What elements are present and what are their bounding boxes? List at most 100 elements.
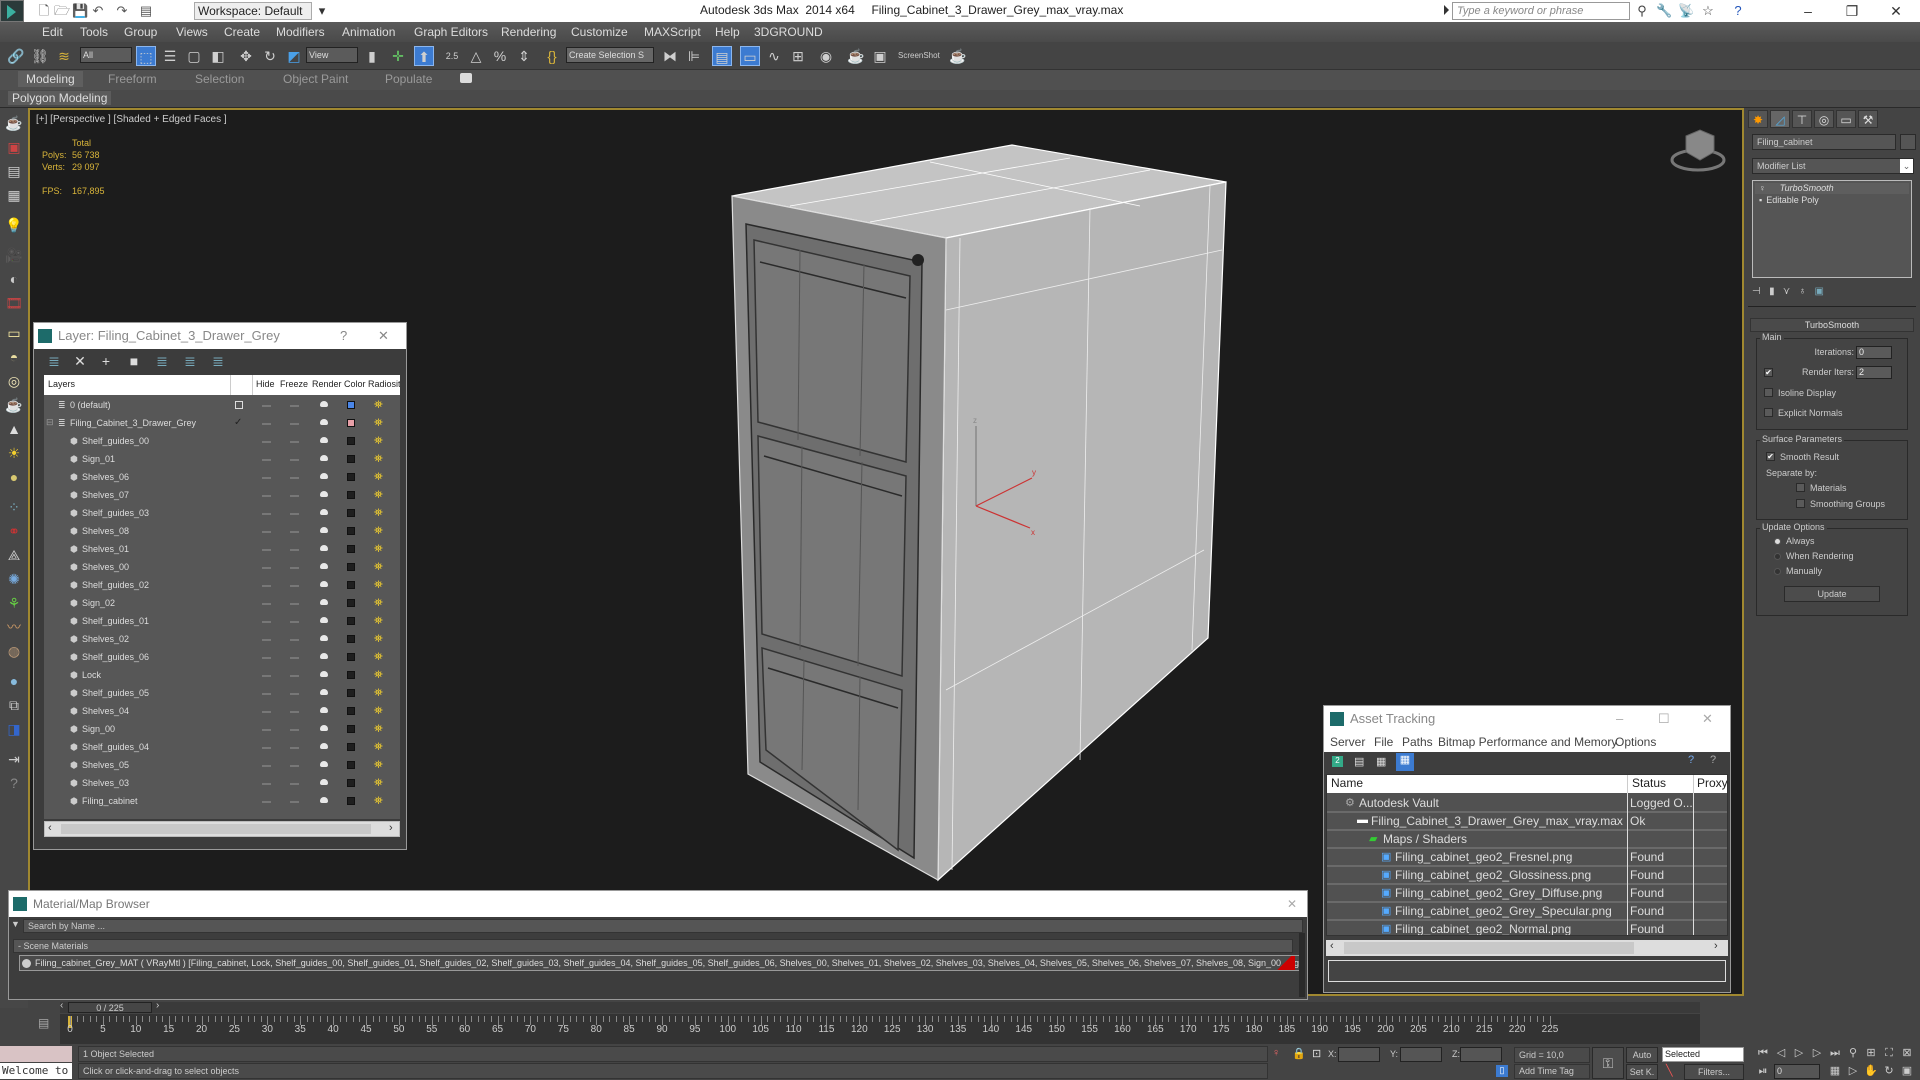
select-objects-in-layer-icon[interactable]: ■ bbox=[126, 353, 142, 369]
radiosity-icon[interactable]: ⛯ bbox=[374, 435, 384, 447]
menu-animation[interactable]: Animation bbox=[342, 25, 395, 39]
stack-item-turbosmooth[interactable]: ♀ TurboSmooth bbox=[1755, 183, 1909, 194]
render-region-icon[interactable]: ⧉ bbox=[4, 696, 24, 714]
vray-frame-buffer-icon[interactable]: ◨ bbox=[4, 720, 24, 738]
menu-help[interactable]: Help bbox=[715, 25, 740, 39]
align-icon[interactable]: ⊫ bbox=[684, 46, 704, 66]
radiosity-icon[interactable]: ⛯ bbox=[374, 687, 384, 699]
open-file-icon[interactable]: 🗁 bbox=[54, 3, 70, 19]
menu-create[interactable]: Create bbox=[224, 25, 260, 39]
hide-toggle[interactable] bbox=[262, 585, 271, 587]
current-layer-box-icon[interactable] bbox=[235, 401, 243, 409]
layer-color-swatch[interactable] bbox=[347, 473, 355, 481]
time-slider-knob[interactable]: 0 / 225 bbox=[68, 1002, 152, 1013]
layer-color-swatch[interactable] bbox=[347, 725, 355, 733]
layer-row[interactable]: ⬢ Shelves_07 ⛯ bbox=[44, 487, 400, 505]
infocenter-search-input[interactable]: Type a keyword or phrase bbox=[1452, 2, 1630, 20]
maximize-viewport-icon[interactable]: ▣ bbox=[1900, 1064, 1914, 1078]
asset-dialog-header[interactable]: Asset Tracking – ☐ ✕ bbox=[1324, 706, 1730, 732]
asset-maximize-button[interactable]: ☐ bbox=[1658, 706, 1670, 732]
layer-color-swatch[interactable] bbox=[347, 653, 355, 661]
layer-row[interactable]: ≣ 0 (default) ⛯ bbox=[44, 397, 400, 415]
layer-name[interactable]: Shelves_02 bbox=[82, 634, 129, 644]
radiosity-icon[interactable]: ⛯ bbox=[374, 777, 384, 789]
iterations-spinner[interactable]: 0 bbox=[1856, 346, 1892, 359]
asset-path-field[interactable] bbox=[1328, 960, 1726, 982]
layer-row[interactable]: ⬢ Shelf_guides_06 ⛯ bbox=[44, 649, 400, 667]
remove-modifier-icon[interactable]: ♁ bbox=[1799, 286, 1807, 297]
update-manually-radio[interactable] bbox=[1774, 568, 1781, 575]
layer-name[interactable]: Shelf_guides_06 bbox=[82, 652, 149, 662]
layer-row[interactable]: ⊟ ≣ Filing_Cabinet_3_Drawer_Grey ✓ ⛯ bbox=[44, 415, 400, 433]
graphite-ribbon-icon[interactable]: ▭ bbox=[740, 46, 760, 66]
col-radiosity[interactable]: Radiosity bbox=[368, 379, 400, 389]
browser-options-icon[interactable]: ▼ bbox=[11, 919, 20, 929]
asset-menu-options[interactable]: Options bbox=[1615, 735, 1656, 749]
freeze-unfreeze-all-icon[interactable]: ≣ bbox=[210, 353, 226, 369]
freeze-toggle[interactable] bbox=[290, 459, 299, 461]
freeze-toggle[interactable] bbox=[290, 783, 299, 785]
hide-toggle[interactable] bbox=[262, 621, 271, 623]
reference-coordinate-dropdown[interactable]: View bbox=[306, 47, 358, 63]
update-when-rendering-radio[interactable] bbox=[1774, 553, 1781, 560]
layer-color-swatch[interactable] bbox=[347, 743, 355, 751]
asset-minimize-button[interactable]: – bbox=[1616, 706, 1623, 732]
freeze-toggle[interactable] bbox=[290, 711, 299, 713]
render-teapot-icon[interactable] bbox=[320, 653, 328, 659]
explicit-normals-checkbox[interactable] bbox=[1764, 408, 1773, 417]
scroll-thumb[interactable] bbox=[1344, 942, 1634, 954]
select-object-icon[interactable]: ⬚ bbox=[136, 46, 156, 66]
workspace-dropdown[interactable]: Workspace: Default bbox=[194, 2, 312, 20]
render-teapot-icon[interactable] bbox=[320, 437, 328, 443]
angle-snap-icon[interactable]: △ bbox=[466, 46, 486, 66]
maxscript-welcome[interactable]: Welcome to bbox=[0, 1063, 72, 1079]
layer-row[interactable]: ⬢ Shelves_02 ⛯ bbox=[44, 631, 400, 649]
layer-name[interactable]: Shelf_guides_04 bbox=[82, 742, 149, 752]
select-and-rotate-icon[interactable]: ↻ bbox=[260, 46, 280, 66]
keyboard-shortcut-override-icon[interactable]: ⬆ bbox=[414, 46, 434, 66]
material-browser-header[interactable]: Material/Map Browser ✕ bbox=[9, 891, 1307, 917]
layer-name[interactable]: Shelves_04 bbox=[82, 706, 129, 716]
y-coordinate-input[interactable] bbox=[1400, 1047, 1442, 1062]
window-crossing-icon[interactable]: ◧ bbox=[208, 46, 228, 66]
help-query-icon[interactable]: ? bbox=[1688, 754, 1694, 766]
layer-row[interactable]: ⬢ Shelves_06 ⛯ bbox=[44, 469, 400, 487]
highlight-selected-layer-icon[interactable]: ≣ bbox=[154, 353, 170, 369]
light-lister-icon[interactable]: 💡 bbox=[4, 216, 24, 234]
hierarchy-tab-icon[interactable]: ⊤ bbox=[1792, 110, 1812, 128]
fur-icon[interactable]: ✺ bbox=[4, 570, 24, 588]
layer-row[interactable]: ⬢ Shelf_guides_04 ⛯ bbox=[44, 739, 400, 757]
scene-explorer-icon[interactable]: ▤ bbox=[4, 162, 24, 180]
freeze-toggle[interactable] bbox=[290, 423, 299, 425]
render-teapot-icon[interactable] bbox=[320, 599, 328, 605]
filing-cabinet-model[interactable] bbox=[731, 144, 1227, 882]
render-iters-checkbox[interactable]: ✔ bbox=[1764, 368, 1773, 377]
make-unique-icon[interactable]: ⋎ bbox=[1783, 286, 1790, 297]
layer-color-swatch[interactable] bbox=[347, 671, 355, 679]
layer-color-swatch[interactable] bbox=[347, 527, 355, 535]
layer-horizontal-scrollbar[interactable]: ‹ › bbox=[44, 821, 400, 837]
layer-manager-icon[interactable]: ▤ bbox=[712, 46, 732, 66]
freeze-toggle[interactable] bbox=[290, 603, 299, 605]
chevron-down-icon[interactable]: ⌄ bbox=[1900, 159, 1913, 173]
camera-icon[interactable]: 🎥 bbox=[4, 246, 24, 264]
menu-edit[interactable]: Edit bbox=[42, 25, 63, 39]
ribbon-tab-freeform[interactable]: Freeform bbox=[108, 72, 157, 86]
hide-toggle[interactable] bbox=[262, 657, 271, 659]
menu-group[interactable]: Group bbox=[124, 25, 157, 39]
unlink-icon[interactable]: ⛓ bbox=[30, 46, 50, 66]
z-coordinate-input[interactable] bbox=[1460, 1047, 1502, 1062]
field-of-view-icon[interactable]: ▷ bbox=[1846, 1064, 1860, 1078]
layer-name[interactable]: Sign_02 bbox=[82, 598, 115, 608]
layer-name[interactable]: 0 (default) bbox=[70, 400, 111, 410]
hide-toggle[interactable] bbox=[262, 801, 271, 803]
refresh-icon[interactable]: 2 bbox=[1332, 756, 1343, 767]
layer-close-button[interactable]: ✕ bbox=[378, 323, 389, 349]
layer-help-button[interactable]: ? bbox=[340, 323, 347, 349]
render-teapot-icon[interactable] bbox=[320, 509, 328, 515]
zoom-extents-icon[interactable]: ⛶ bbox=[1882, 1046, 1896, 1060]
layer-name[interactable]: Filing_cabinet bbox=[82, 796, 138, 806]
layer-name[interactable]: Shelves_07 bbox=[82, 490, 129, 500]
go-to-end-icon[interactable]: ⏭ bbox=[1828, 1046, 1842, 1060]
asset-menu-server[interactable]: Server bbox=[1330, 735, 1365, 749]
